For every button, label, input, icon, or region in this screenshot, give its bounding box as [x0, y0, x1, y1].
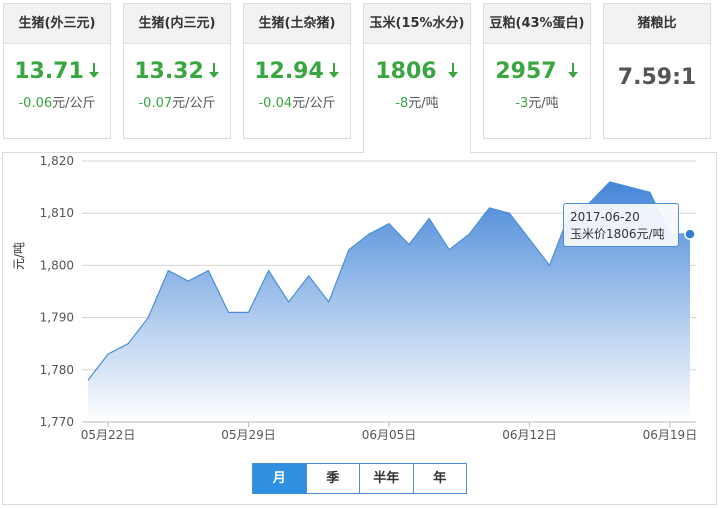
- period-month-button[interactable]: 月: [253, 464, 307, 493]
- data-point: [367, 232, 371, 236]
- data-point: [648, 190, 652, 194]
- x-axis: 05月22日 05月29日 06月05日 06月12日 06月19日: [81, 421, 698, 442]
- x-tick-label: 06月05日: [362, 428, 417, 442]
- data-point: [548, 263, 552, 267]
- period-year-button[interactable]: 年: [414, 464, 467, 493]
- x-tick-label: 05月22日: [81, 428, 136, 442]
- y-axis-label: 元/吨: [12, 241, 26, 270]
- tooltip-value: 玉米价1806元/吨: [570, 227, 665, 241]
- x-tick-label: 06月19日: [643, 428, 698, 442]
- data-point: [467, 232, 471, 236]
- data-point: [387, 222, 391, 226]
- data-point: [86, 378, 90, 382]
- data-point: [267, 269, 271, 273]
- y-tick-label: 1,790: [40, 311, 74, 325]
- data-point: [608, 180, 612, 184]
- y-tick-label: 1,800: [40, 258, 74, 272]
- data-point: [327, 300, 331, 304]
- data-point: [106, 352, 110, 356]
- period-halfyear-button[interactable]: 半年: [360, 464, 414, 493]
- y-tick-label: 1,770: [40, 415, 74, 429]
- x-tick-label: 05月29日: [221, 428, 276, 442]
- y-tick-label: 1,780: [40, 363, 74, 377]
- price-chart: 1,7701,7801,7901,8001,8101,820 05月22日 05月…: [40, 154, 698, 442]
- data-point: [628, 185, 632, 189]
- data-point: [186, 279, 190, 283]
- y-tick-label: 1,820: [40, 154, 74, 168]
- data-point: [527, 237, 531, 241]
- data-point: [407, 243, 411, 247]
- data-point: [287, 300, 291, 304]
- highlight-point: [684, 228, 696, 240]
- period-quarter-button[interactable]: 季: [307, 464, 360, 493]
- data-point: [226, 310, 230, 314]
- data-point: [166, 269, 170, 273]
- data-point: [427, 216, 431, 220]
- data-point: [307, 274, 311, 278]
- data-point: [447, 248, 451, 252]
- data-point: [146, 316, 150, 320]
- chart-tooltip: 2017-06-20 玉米价1806元/吨: [563, 203, 679, 247]
- x-tick-label: 06月12日: [502, 428, 557, 442]
- data-point: [126, 342, 130, 346]
- data-point: [487, 206, 491, 210]
- tooltip-date: 2017-06-20: [570, 210, 640, 224]
- y-axis: 1,770 1,780 1,790 1,800 1,810 1,820: [40, 154, 74, 429]
- data-point: [206, 269, 210, 273]
- data-point: [507, 211, 511, 215]
- data-point: [347, 248, 351, 252]
- period-selector: 月 季 半年 年: [252, 463, 467, 494]
- data-point: [247, 310, 251, 314]
- y-tick-label: 1,810: [40, 206, 74, 220]
